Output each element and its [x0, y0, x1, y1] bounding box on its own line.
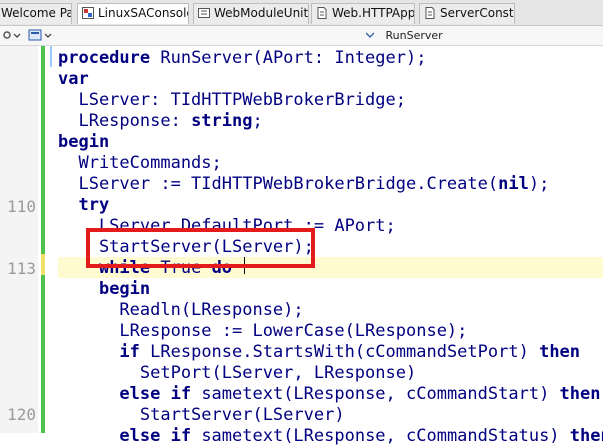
tab-label: Welcome Page	[1, 6, 71, 20]
tab-serverconst1[interactable]: ServerConst1	[419, 3, 515, 24]
code-line: if LResponse.StartsWith(cCommandSetPort)…	[119, 342, 581, 362]
block-indent-guide	[50, 46, 52, 67]
code-line: begin	[58, 132, 110, 152]
tab-welcome-page[interactable]: Welcome Page	[0, 3, 72, 24]
code-line: StartServer(LServer)	[58, 405, 345, 425]
tab-web-httpapp[interactable]: Web.HTTPApp	[311, 3, 415, 24]
chevron-down-icon[interactable]	[44, 28, 52, 43]
tab-webmoduleunit1[interactable]: WebModuleUnit1	[193, 3, 309, 24]
method-selector-value: RunServer	[385, 29, 443, 42]
editor-tab-bar: Welcome Page LinuxSAConsole WebModuleUni…	[0, 0, 603, 26]
line-number-gutter	[0, 46, 38, 433]
unit-file-icon	[424, 6, 436, 19]
code-line: var	[58, 69, 89, 89]
unsaved-change-indicator	[41, 254, 45, 275]
code-line: else if sametext(LResponse, cCommandStat…	[119, 426, 603, 446]
tab-label: Web.HTTPApp	[332, 6, 415, 20]
code-line: begin	[98, 279, 151, 299]
method-selector-icon	[365, 28, 375, 38]
line-number: 110	[7, 197, 36, 216]
tab-label: WebModuleUnit1	[214, 6, 309, 20]
gear-icon[interactable]	[2, 28, 12, 43]
code-line: WriteCommands;	[58, 153, 222, 173]
tab-label: ServerConst1	[440, 6, 515, 20]
tab-label: LinuxSAConsole	[98, 6, 189, 20]
code-line: else if sametext(LResponse, cCommandStar…	[119, 384, 601, 404]
code-line: LServer: TIdHTTPWebBrokerBridge;	[58, 90, 406, 110]
modified-lines-indicator	[41, 46, 45, 433]
code-line: SetPort(LServer, LResponse)	[58, 363, 417, 383]
code-line: LResponse: string;	[58, 111, 263, 131]
tab-linuxsaconsole[interactable]: LinuxSAConsole	[77, 3, 189, 24]
unit-file-icon	[316, 6, 328, 19]
code-line: Readln(LResponse);	[58, 300, 304, 320]
method-selector[interactable]: RunServer	[365, 28, 566, 43]
line-number: 120	[7, 405, 36, 424]
code-line: try	[78, 195, 110, 215]
code-line: LResponse := LowerCase(LResponse);	[58, 321, 468, 341]
line-number: 113	[7, 259, 36, 278]
code-line: LServer := TIdHTTPWebBrokerBridge.Create…	[58, 174, 550, 194]
chevron-down-icon[interactable]	[13, 28, 21, 43]
code-line: procedure RunServer(APort: Integer);	[58, 48, 427, 68]
form-unit-icon	[198, 6, 210, 18]
class-selector-icon[interactable]	[28, 28, 44, 43]
project-file-icon	[82, 6, 94, 19]
editor-toolbar: RunServer	[0, 26, 603, 46]
highlight-annotation-box	[86, 228, 315, 268]
